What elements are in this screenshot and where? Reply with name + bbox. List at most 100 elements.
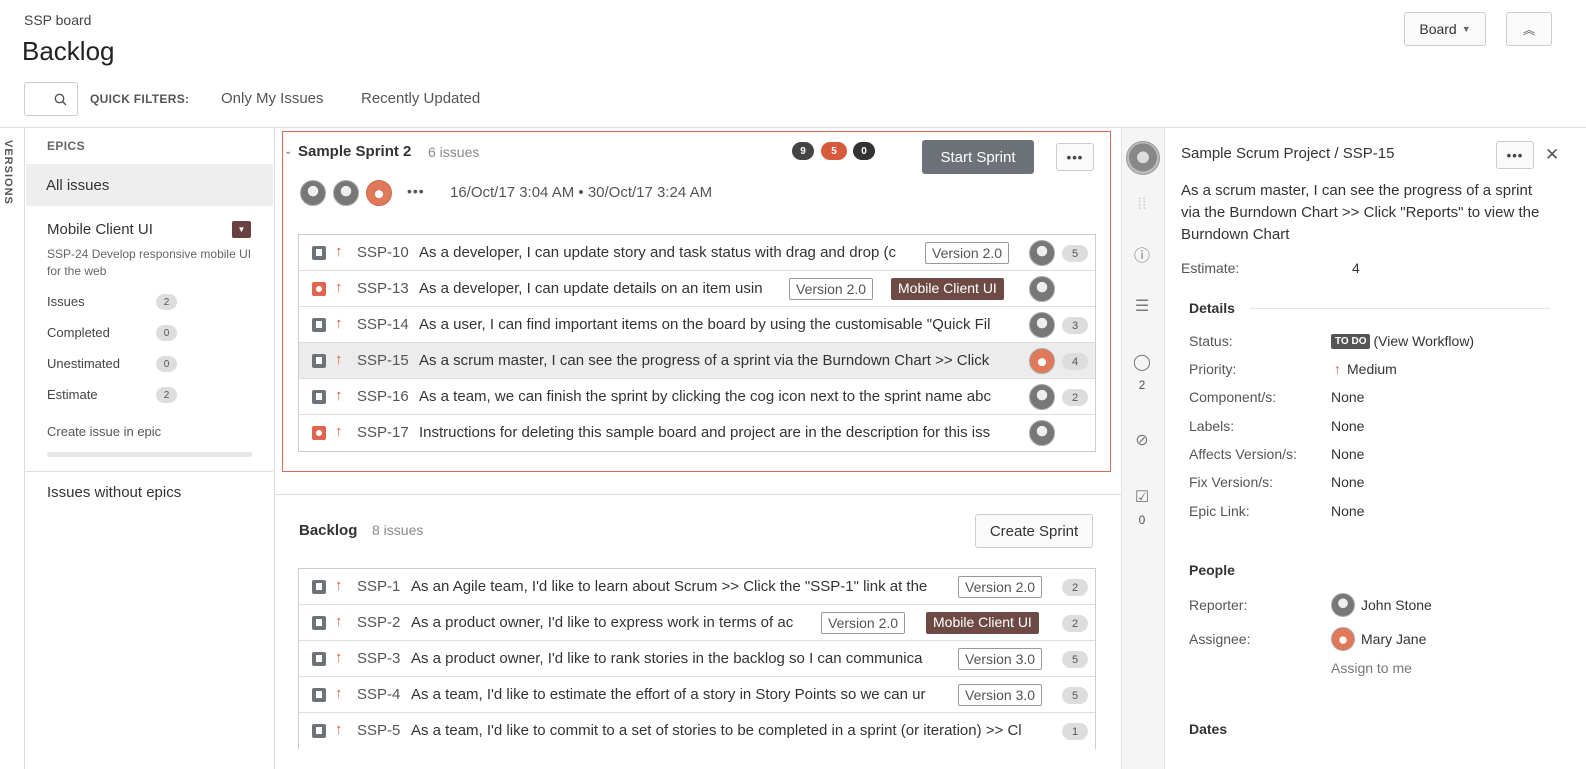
issue-key[interactable]: SSP-16 (357, 388, 409, 405)
issue-row[interactable]: ↑ SSP-2 As a product owner, I'd like to ex… (299, 605, 1095, 641)
comment-icon[interactable]: ◯ (1131, 352, 1153, 372)
estimate-value[interactable]: 4 (1352, 260, 1360, 276)
issue-row[interactable]: ↑ SSP-3 As a product owner, I'd like to ra… (299, 641, 1095, 677)
issue-key[interactable]: SSP-17 (357, 424, 409, 441)
versions-tab[interactable]: VERSIONS (2, 140, 14, 205)
filter-only-my-issues[interactable]: Only My Issues (221, 90, 324, 107)
assignee-avatar (1029, 240, 1055, 266)
epic-stat-value-issues: 2 (156, 294, 177, 310)
epic-stat-value-completed: 0 (156, 325, 177, 341)
story-points-badge: 3 (1062, 317, 1088, 334)
people-section-title[interactable]: People (1189, 562, 1235, 578)
project-avatar[interactable] (1126, 141, 1160, 175)
filter-recently-updated[interactable]: Recently Updated (361, 90, 480, 107)
issue-key[interactable]: SSP-10 (357, 244, 409, 261)
field-value[interactable]: None (1331, 446, 1364, 462)
drag-handle-icon[interactable]: ⁞⁞ (1131, 196, 1153, 214)
issue-key[interactable]: SSP-2 (357, 614, 400, 631)
epic-badge: Mobile Client UI (926, 612, 1039, 634)
assign-to-me-link[interactable]: Assign to me (1331, 660, 1412, 676)
sprint-member-avatar[interactable] (366, 180, 392, 206)
issue-summary[interactable]: As a scrum master, I can see the progres… (1181, 180, 1541, 246)
sprint-more-button[interactable]: ••• (1056, 143, 1094, 171)
all-issues-item[interactable]: All issues (26, 164, 273, 206)
issue-row[interactable]: ↑ SSP-16 As a team, we can finish the spri… (299, 379, 1095, 415)
priority-up-icon: ↑ (335, 351, 343, 368)
project-link[interactable]: Sample Scrum Project (1181, 145, 1330, 162)
assignee-avatar (1029, 384, 1055, 410)
field-value[interactable]: None (1331, 474, 1364, 490)
board-name[interactable]: SSP board (24, 12, 91, 28)
info-icon[interactable]: ⓘ (1131, 242, 1153, 266)
issue-key[interactable]: SSP-14 (357, 316, 409, 333)
epics-divider (274, 128, 275, 769)
story-points-badge: 5 (1062, 651, 1088, 668)
attachment-icon[interactable]: ⊘ (1131, 430, 1153, 450)
issue-key[interactable]: SSP-3 (357, 650, 400, 667)
backlog-issue-count: 8 issues (372, 522, 424, 538)
view-workflow-link[interactable]: (View Workflow) (1373, 333, 1474, 349)
sprint-name: Sample Sprint 2 (298, 143, 412, 160)
create-sprint-button[interactable]: Create Sprint (975, 514, 1093, 548)
assignee-label: Assignee: (1189, 631, 1251, 647)
collapse-header-button[interactable]: ︽ (1506, 12, 1552, 46)
priority-up-icon: ↑ (335, 279, 343, 296)
reporter-value[interactable]: John Stone (1331, 593, 1432, 617)
epic-stat-label-unestimated: Unestimated (47, 356, 120, 371)
epic-description: SSP-24 Develop responsive mobile UI for … (47, 247, 252, 278)
epic-stat-value-estimate: 2 (156, 387, 177, 403)
sprint-member-avatar[interactable] (333, 180, 359, 206)
detail-more-button[interactable]: ••• (1496, 141, 1534, 169)
caret-down-icon: ▼ (1461, 24, 1471, 34)
issue-row[interactable]: ↑ SSP-17 Instructions for deleting this sa… (299, 415, 1095, 451)
issue-key[interactable]: SSP-13 (357, 280, 409, 297)
issue-key[interactable]: SSP-15 (357, 352, 409, 369)
epic-name[interactable]: Mobile Client UI (47, 221, 153, 238)
priority-value[interactable]: ↑ Medium (1334, 361, 1397, 377)
field-value[interactable]: None (1331, 389, 1364, 405)
field-label: Labels: (1189, 418, 1235, 434)
issue-row[interactable]: ↑ SSP-1 As an Agile team, I'd like to lear… (299, 569, 1095, 605)
field-value[interactable]: None (1331, 418, 1364, 434)
header-divider (0, 127, 1586, 128)
board-menu-button[interactable]: Board ▼ (1404, 12, 1486, 46)
close-icon[interactable]: ✕ (1545, 145, 1559, 165)
issue-key[interactable]: SSP-5 (357, 722, 400, 739)
subtasks-icon[interactable]: ☑ (1131, 487, 1153, 507)
issue-row[interactable]: ↑ SSP-10 As a developer, I can update stor… (299, 235, 1095, 271)
story-type-icon (312, 688, 326, 702)
issue-row[interactable]: ↑ SSP-4 As a team, I'd like to estimate th… (299, 677, 1095, 713)
issue-key[interactable]: SSP-1 (357, 578, 400, 595)
start-sprint-button[interactable]: Start Sprint (922, 140, 1034, 174)
details-divider (1250, 308, 1550, 309)
story-type-icon (312, 354, 326, 368)
dates-section-title[interactable]: Dates (1189, 721, 1227, 737)
issue-summary: As a scrum master, I can see the progres… (419, 352, 990, 369)
issue-key-link[interactable]: SSP-15 (1343, 145, 1395, 162)
comments-count: 2 (1138, 378, 1146, 392)
priority-up-icon: ↑ (335, 613, 343, 630)
sprint-member-avatar[interactable] (300, 180, 326, 206)
issue-row[interactable]: ↑ SSP-15 As a scrum master, I can see the … (299, 343, 1095, 379)
issue-breadcrumb: Sample Scrum Project / SSP-15 (1181, 145, 1394, 162)
details-section-title[interactable]: Details (1189, 300, 1235, 316)
bug-type-icon (312, 282, 326, 296)
field-value[interactable]: None (1331, 503, 1364, 519)
story-points-badge: 2 (1062, 389, 1088, 406)
issue-row[interactable]: ↑ SSP-14 As a user, I can find important i… (299, 307, 1095, 343)
issue-key[interactable]: SSP-4 (357, 686, 400, 703)
create-issue-in-epic-link[interactable]: Create issue in epic (47, 424, 161, 439)
issue-row[interactable]: ↑ SSP-13 As a developer, I can update deta… (299, 271, 1095, 307)
epic-stat-label-completed: Completed (47, 325, 110, 340)
more-members-icon[interactable]: ••• (407, 183, 425, 199)
collapse-caret-icon[interactable]: ⌄ (284, 146, 292, 157)
status-lozenge[interactable]: TO DO (1331, 334, 1371, 349)
version-badge: Version 3.0 (958, 684, 1043, 706)
issue-row[interactable]: ↑ SSP-5 As a team, I'd like to commit to a… (299, 713, 1095, 749)
epic-dropdown-icon[interactable]: ▼ (232, 221, 251, 238)
issues-without-epics-item[interactable]: Issues without epics (47, 484, 181, 501)
assignee-value[interactable]: Mary Jane (1331, 627, 1426, 651)
backlog-issue-list: ↑ SSP-1 As an Agile team, I'd like to lear… (298, 568, 1096, 749)
description-icon[interactable]: ☰ (1131, 296, 1153, 316)
search-input[interactable] (24, 82, 78, 116)
